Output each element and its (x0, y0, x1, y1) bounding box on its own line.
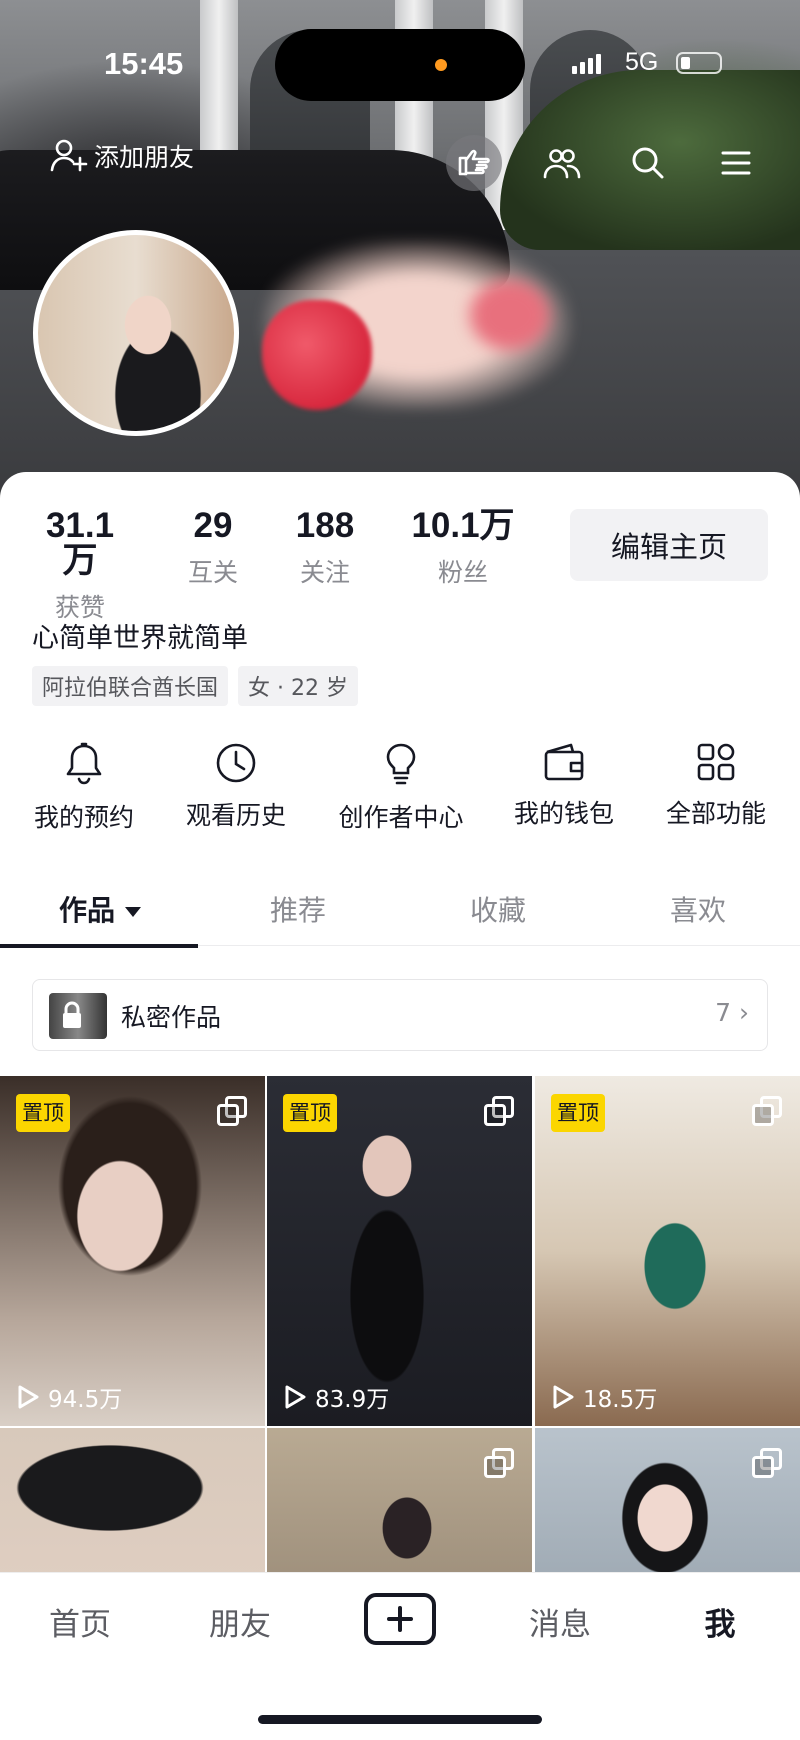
stat-label: 互关 (187, 558, 238, 587)
shortcut-creator-center[interactable]: 创作者中心 (326, 742, 476, 834)
visitors-button[interactable] (446, 135, 502, 191)
status-bar: 15:45 5G (0, 29, 800, 101)
play-count-value: 83.9万 (315, 1387, 390, 1413)
network-type: 5G (625, 48, 659, 76)
stat-following[interactable]: 188 关注 (285, 508, 365, 589)
play-icon (553, 1385, 574, 1409)
stat-label: 关注 (299, 558, 350, 587)
status-time: 15:45 (104, 46, 184, 81)
tab-favorites[interactable]: 收藏 (398, 882, 598, 946)
friends-button[interactable] (534, 135, 590, 191)
strawberry-sticker (262, 300, 372, 410)
private-works-row[interactable]: 私密作品 7 › (32, 979, 768, 1051)
play-icon (285, 1385, 306, 1409)
shortcut-label: 全部功能 (665, 799, 766, 828)
edit-profile-button[interactable]: 编辑主页 (570, 509, 768, 581)
blurred-sticker (470, 280, 550, 350)
add-friend-icon (50, 139, 88, 172)
private-works-label: 私密作品 (121, 1003, 222, 1032)
signal-icon (572, 52, 601, 74)
play-count: 83.9万 (283, 1380, 389, 1414)
wallet-icon (544, 743, 584, 781)
lightbulb-icon (386, 743, 416, 785)
stat-label: 粉丝 (437, 558, 488, 587)
clock-icon (216, 743, 256, 783)
play-icon (18, 1385, 39, 1409)
stat-value: 31.1万 (45, 506, 115, 580)
tab-works[interactable]: 作品 (0, 882, 200, 946)
video-tile[interactable]: 置顶 83.9万 (267, 1076, 532, 1426)
nav-home[interactable]: 首页 (10, 1599, 150, 1644)
shortcut-row: 我的预约 观看历史 创作者中心 我的钱包 全部功能 (0, 742, 800, 852)
create-button[interactable] (364, 1593, 436, 1645)
tab-label: 收藏 (469, 894, 526, 927)
stat-likes: 31.1万 获赞 (30, 508, 130, 624)
private-works-count: 7 › (715, 998, 749, 1027)
dynamic-island (275, 29, 525, 101)
profile-card: 31.1万 获赞 29 互关 188 关注 10.1万 粉丝 编辑主页 心简单世… (0, 472, 800, 1740)
location-tag: 阿拉伯联合酋长国 (32, 666, 229, 706)
multi-image-icon (484, 1448, 514, 1478)
bell-icon (66, 742, 102, 785)
menu-icon (721, 151, 751, 175)
search-icon (632, 147, 664, 179)
private-thumbnail (49, 993, 107, 1039)
pinned-badge: 置顶 (16, 1094, 70, 1132)
shortcut-all-features[interactable]: 全部功能 (641, 742, 791, 830)
multi-image-icon (752, 1096, 782, 1126)
apps-grid-icon (697, 743, 735, 781)
bio-text: 心简单世界就简单 (32, 623, 248, 654)
pinned-badge: 置顶 (551, 1094, 605, 1132)
add-friend-button[interactable]: 添加朋友 (50, 138, 194, 174)
active-tab-indicator (0, 944, 198, 948)
stat-value: 29 (193, 506, 233, 545)
stat-value: 188 (295, 506, 355, 545)
shortcut-history[interactable]: 观看历史 (161, 742, 311, 832)
shortcut-label: 我的钱包 (513, 799, 614, 828)
menu-button[interactable] (708, 135, 764, 191)
header-actions: 添加朋友 (0, 130, 800, 191)
pinned-badge: 置顶 (283, 1094, 337, 1132)
play-count: 18.5万 (551, 1380, 657, 1414)
battery-icon (676, 52, 722, 74)
search-button[interactable] (620, 135, 676, 191)
friends-icon (543, 149, 581, 179)
content-tabs: 作品 推荐 收藏 喜欢 (0, 882, 800, 948)
shortcut-wallet[interactable]: 我的钱包 (489, 742, 639, 830)
multi-image-icon (484, 1096, 514, 1126)
avatar[interactable] (33, 230, 239, 436)
home-indicator (258, 1715, 542, 1724)
shortcut-label: 我的预约 (33, 803, 134, 832)
stat-mutual[interactable]: 29 互关 (173, 508, 253, 589)
gender-age-tag: 女 · 22 岁 (238, 666, 358, 706)
play-count-value: 94.5万 (48, 1387, 123, 1413)
nav-friends[interactable]: 朋友 (170, 1599, 310, 1644)
multi-image-icon (752, 1448, 782, 1478)
visitor-hand-icon (458, 149, 490, 176)
nav-me[interactable]: 我 (650, 1599, 790, 1644)
tab-label: 推荐 (269, 894, 326, 927)
play-count: 94.5万 (16, 1380, 122, 1414)
tab-label: 作品 (58, 894, 115, 927)
shortcut-reservations[interactable]: 我的预约 (9, 742, 159, 834)
play-count-value: 18.5万 (583, 1387, 658, 1413)
video-tile[interactable]: 置顶 18.5万 (535, 1076, 800, 1426)
tab-likes[interactable]: 喜欢 (598, 882, 798, 946)
plus-icon (387, 1606, 413, 1632)
video-tile[interactable]: 置顶 94.5万 (0, 1076, 265, 1426)
caret-down-icon (125, 907, 141, 917)
profile-tags: 阿拉伯联合酋长国 女 · 22 岁 (32, 666, 358, 706)
shortcut-label: 观看历史 (185, 801, 286, 830)
stat-followers[interactable]: 10.1万 粉丝 (408, 508, 518, 589)
nav-messages[interactable]: 消息 (490, 1599, 630, 1644)
privacy-indicator-dot (435, 59, 447, 71)
lock-icon (63, 1001, 81, 1028)
stat-value: 10.1万 (411, 506, 515, 545)
bottom-navigation: 首页 朋友 消息 我 (0, 1572, 800, 1740)
multi-image-icon (217, 1096, 247, 1126)
tab-recommended[interactable]: 推荐 (198, 882, 398, 946)
tab-label: 喜欢 (669, 894, 726, 927)
shortcut-label: 创作者中心 (338, 803, 464, 832)
add-friend-label: 添加朋友 (94, 143, 195, 172)
